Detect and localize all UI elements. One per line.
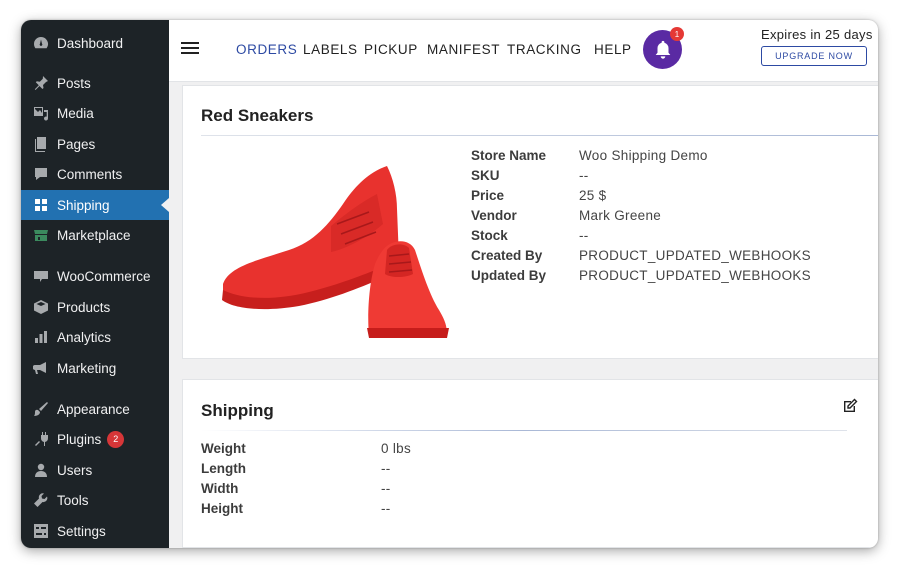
app-window: Dashboard Posts Media Pages Comments Shi… — [21, 20, 878, 548]
bell-icon — [655, 40, 670, 59]
product-detail-value: PRODUCT_UPDATED_WEBHOOKS — [579, 268, 811, 283]
nav-pickup[interactable]: PICKUP — [364, 42, 418, 57]
update-count-badge: 2 — [107, 430, 125, 448]
sidebar-item-label: Shipping — [57, 197, 110, 213]
comment-icon — [33, 166, 49, 182]
sidebar-item-label: Users — [57, 462, 93, 478]
notification-count-badge: 1 — [670, 27, 684, 41]
top-navbar: ORDERS LABELS PICKUP MANIFEST TRACKING H… — [169, 20, 878, 82]
sidebar-item-label: Products — [57, 299, 111, 315]
sidebar-item-analytics[interactable]: Analytics — [21, 322, 169, 352]
product-detail-label: Created By — [471, 248, 543, 263]
sidebar-item-users[interactable]: Users — [21, 455, 169, 485]
product-title: Red Sneakers — [201, 106, 314, 125]
shipping-detail-label: Height — [201, 501, 243, 516]
shipping-title: Shipping — [201, 401, 274, 420]
shipping-detail-label: Width — [201, 481, 239, 496]
sidebar-item-label: Appearance — [57, 401, 130, 417]
sidebar-item-label: Comments — [57, 166, 123, 182]
pages-icon — [33, 136, 49, 152]
sidebar-item-tools[interactable]: Tools — [21, 485, 169, 515]
sidebar-item-label: Marketplace — [57, 227, 131, 243]
sidebar-item-label: Media — [57, 105, 94, 121]
user-icon — [33, 462, 49, 478]
sidebar-item-label: Tools — [57, 492, 89, 508]
shipping-detail-value: -- — [381, 461, 391, 476]
brush-icon — [33, 401, 49, 417]
sidebar-item-pages[interactable]: Pages — [21, 129, 169, 159]
title-divider — [201, 430, 847, 431]
sidebar-item-marketplace[interactable]: Marketplace — [21, 220, 169, 250]
sidebar-item-comments[interactable]: Comments — [21, 159, 169, 189]
megaphone-icon — [33, 360, 49, 376]
red-sneakers-image — [222, 166, 449, 338]
sidebar-item-marketing[interactable]: Marketing — [21, 353, 169, 383]
bar-chart-icon — [33, 329, 49, 345]
sidebar-item-products[interactable]: Products — [21, 292, 169, 322]
sidebar-item-label: Plugins — [57, 431, 102, 447]
upgrade-now-button[interactable]: UPGRADE NOW — [761, 46, 867, 66]
sidebar-item-label: Pages — [57, 136, 96, 152]
sidebar-item-label: WooCommerce — [57, 268, 151, 284]
trial-expiry-text: Expires in 25 days — [761, 27, 873, 42]
shipping-detail-value: 0 lbs — [381, 441, 412, 456]
nav-orders[interactable]: ORDERS — [236, 42, 297, 57]
edit-shipping-button[interactable] — [842, 398, 858, 414]
pin-icon — [33, 75, 49, 91]
settings-icon — [33, 523, 49, 539]
product-details-card: Red Sneakers Store Name Woo Shipping Dem… — [182, 85, 878, 359]
admin-sidebar: Dashboard Posts Media Pages Comments Shi… — [21, 20, 169, 548]
shipping-detail-label: Weight — [201, 441, 246, 456]
product-detail-value: 25 $ — [579, 188, 607, 203]
nav-manifest[interactable]: MANIFEST — [427, 42, 500, 57]
sidebar-item-woocommerce[interactable]: WooCommerce — [21, 261, 169, 291]
product-detail-label: Price — [471, 188, 505, 203]
wrench-icon — [33, 492, 49, 508]
nav-help[interactable]: HELP — [594, 42, 632, 57]
hamburger-menu-icon[interactable] — [181, 42, 199, 56]
store-icon — [33, 227, 49, 243]
sidebar-item-appearance[interactable]: Appearance — [21, 394, 169, 424]
product-detail-value: Woo Shipping Demo — [579, 148, 708, 163]
woo-icon — [33, 268, 49, 284]
product-detail-value: Mark Greene — [579, 208, 662, 223]
product-detail-label: Store Name — [471, 148, 547, 163]
product-detail-label: Updated By — [471, 268, 547, 283]
sidebar-item-plugins[interactable]: Plugins 2 — [21, 424, 169, 454]
product-detail-label: Stock — [471, 228, 508, 243]
sidebar-item-shipping[interactable]: Shipping — [21, 190, 169, 220]
nav-labels[interactable]: LABELS — [303, 42, 358, 57]
title-divider — [201, 135, 878, 136]
nav-tracking[interactable]: TRACKING — [507, 42, 582, 57]
plug-icon — [33, 431, 49, 447]
shipping-details-card: Shipping Weight 0 lbs Length -- Width --… — [182, 379, 878, 548]
product-detail-value: -- — [579, 228, 589, 243]
sidebar-item-label: Dashboard — [57, 35, 124, 51]
sidebar-item-media[interactable]: Media — [21, 98, 169, 128]
sidebar-item-label: Settings — [57, 523, 106, 539]
sidebar-item-label: Marketing — [57, 360, 117, 376]
box-icon — [33, 299, 49, 315]
sidebar-item-posts[interactable]: Posts — [21, 68, 169, 98]
sidebar-item-label: Analytics — [57, 329, 112, 345]
product-detail-label: Vendor — [471, 208, 517, 223]
product-detail-value: PRODUCT_UPDATED_WEBHOOKS — [579, 248, 811, 263]
product-detail-value: -- — [579, 168, 589, 183]
shipping-detail-label: Length — [201, 461, 246, 476]
edit-icon — [844, 398, 858, 412]
sidebar-item-label: Posts — [57, 75, 91, 91]
dashboard-icon — [33, 35, 49, 51]
media-icon — [33, 105, 49, 121]
shipping-detail-value: -- — [381, 481, 391, 496]
product-detail-label: SKU — [471, 168, 500, 183]
sidebar-item-settings[interactable]: Settings — [21, 516, 169, 546]
grid-icon — [33, 197, 49, 213]
shipping-detail-value: -- — [381, 501, 391, 516]
sidebar-item-dashboard[interactable]: Dashboard — [21, 28, 169, 58]
